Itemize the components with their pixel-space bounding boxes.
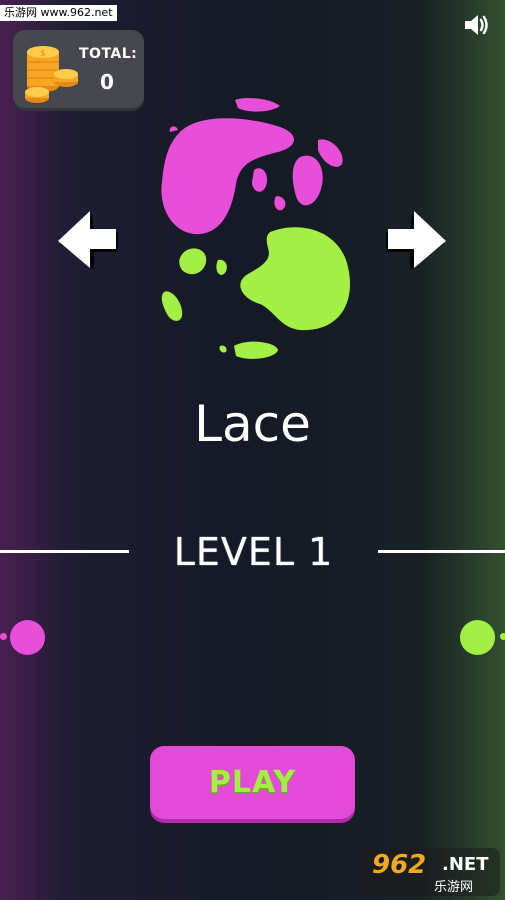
watermark-top: 乐游网 www.962.net (0, 5, 117, 21)
coin-total-label: TOTAL: (79, 46, 138, 62)
watermark-bottom: 962 .NET 乐游网 (362, 848, 500, 896)
green-dot-small (500, 633, 505, 640)
level-divider-right (378, 550, 505, 553)
coin-stack-icon: $ (21, 40, 81, 104)
level-label: LEVEL 1 (173, 530, 334, 574)
pink-dot (10, 620, 45, 655)
watermark-chinese: 乐游网 (434, 880, 474, 895)
arrow-right-icon[interactable] (384, 208, 448, 274)
level-divider-left (0, 550, 129, 553)
watermark-number: 962 (372, 850, 427, 880)
coin-total-panel: $ TOTAL: 0 (13, 30, 144, 111)
pink-dot-small (0, 633, 7, 640)
coin-total-value: 0 (100, 70, 114, 94)
svg-text:$: $ (40, 49, 46, 59)
green-dot (460, 620, 495, 655)
skin-preview-splat (150, 92, 360, 367)
sound-icon[interactable] (463, 12, 491, 38)
arrow-left-icon[interactable] (56, 208, 120, 274)
play-button[interactable]: PLAY (150, 746, 355, 819)
skin-name: Lace (194, 395, 311, 453)
watermark-suffix: .NET (442, 854, 489, 875)
